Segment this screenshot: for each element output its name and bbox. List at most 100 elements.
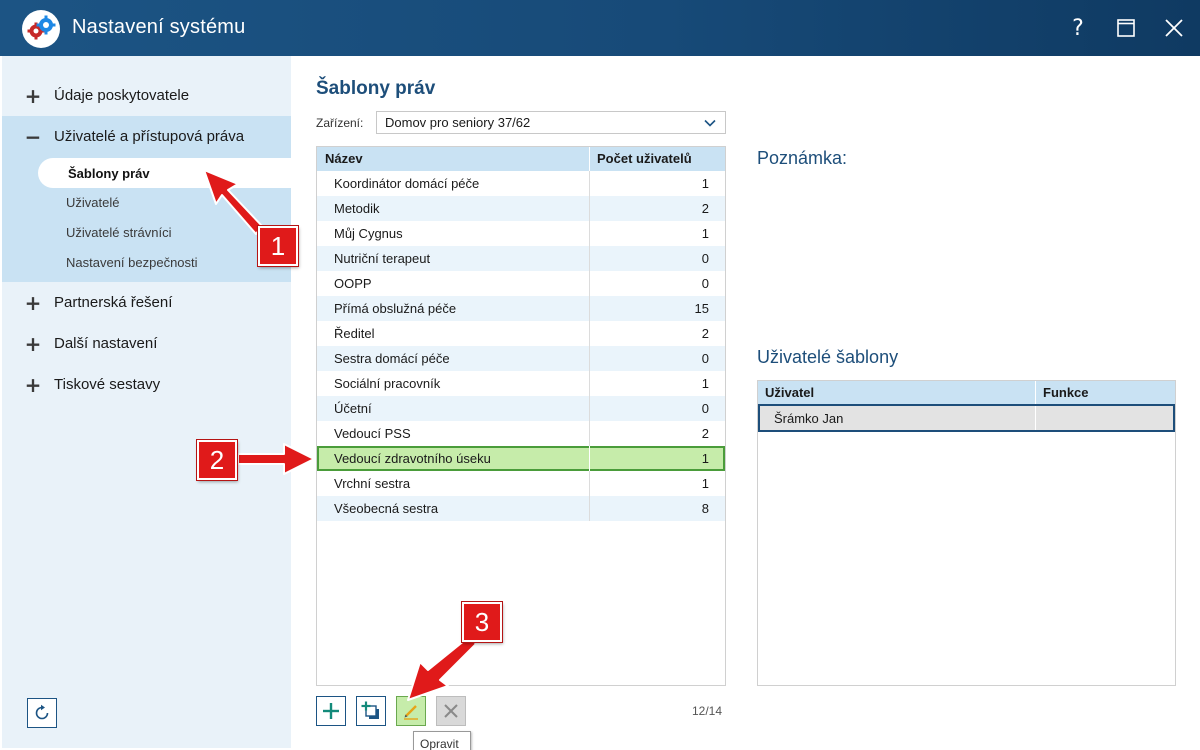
template-name-cell: Metodik	[334, 201, 380, 216]
user-count-cell: 2	[701, 426, 709, 441]
table-row[interactable]: OOPP 0	[317, 271, 725, 296]
template-name-cell: Účetní	[334, 401, 372, 416]
facility-dropdown[interactable]: Domov pro seniory 37/62	[376, 111, 726, 134]
table-row[interactable]: Účetní 0	[317, 396, 725, 421]
edit-button[interactable]	[396, 696, 426, 726]
edit-tooltip: Opravit	[413, 731, 471, 750]
user-count-cell: 0	[701, 251, 709, 266]
template-name-cell: Všeobecná sestra	[334, 501, 439, 516]
template-name-cell: Sociální pracovník	[334, 376, 441, 391]
maximize-button[interactable]	[1110, 12, 1142, 44]
facility-label: Zařízení:	[316, 116, 364, 130]
users-table-row[interactable]: Šrámko Jan	[758, 404, 1175, 432]
template-name-cell: Přímá obslužná péče	[334, 301, 457, 316]
help-button[interactable]: ?	[1062, 12, 1094, 44]
copy-add-button[interactable]	[356, 696, 386, 726]
user-count-cell: 2	[701, 201, 709, 216]
table-row[interactable]: Metodik 2	[317, 196, 725, 221]
settings-gears-icon	[22, 10, 60, 48]
page-title: Šablony práv	[316, 78, 436, 99]
table-row[interactable]: Můj Cygnus 1	[317, 221, 725, 246]
close-icon	[1165, 19, 1183, 37]
facility-value: Domov pro seniory 37/62	[385, 115, 531, 130]
template-name-cell: Koordinátor domácí péče	[334, 176, 480, 191]
sidebar-subitem-users[interactable]: Uživatelé	[66, 195, 119, 210]
template-name-cell: Ředitel	[334, 326, 375, 341]
expand-icon: +	[24, 290, 42, 315]
expand-icon: +	[24, 331, 42, 356]
template-name-cell: Můj Cygnus	[334, 226, 403, 241]
user-count-cell: 0	[701, 401, 709, 416]
sidebar-subitem-diners[interactable]: Uživatelé strávníci	[66, 225, 171, 240]
expand-icon: +	[24, 83, 42, 108]
user-count-cell: 15	[694, 301, 709, 316]
user-count-cell: 1	[701, 376, 709, 391]
users-table-header: Uživatel Funkce	[758, 381, 1175, 404]
column-header-function[interactable]: Funkce	[1043, 385, 1089, 400]
table-row[interactable]: Všeobecná sestra 8	[317, 496, 725, 521]
user-name-cell: Šrámko Jan	[774, 411, 844, 426]
template-name-cell: Nutriční terapeut	[334, 251, 431, 266]
refresh-button[interactable]	[27, 698, 57, 728]
delete-button[interactable]	[436, 696, 466, 726]
sidebar-item-other-settings[interactable]: + Další nastavení	[2, 323, 291, 364]
user-count-cell: 1	[701, 476, 709, 491]
sidebar-item-provider-data[interactable]: + Údaje poskytovatele	[2, 75, 291, 116]
table-row[interactable]: Přímá obslužná péče 15	[317, 296, 725, 321]
user-count-cell: 0	[701, 276, 709, 291]
sidebar-subitem-rights-templates[interactable]: Šablony práv	[38, 158, 291, 188]
template-name-cell: Vedoucí PSS	[334, 426, 411, 441]
title-bar: Nastavení systému ?	[0, 0, 1200, 56]
refresh-icon	[35, 704, 49, 720]
user-count-cell: 2	[701, 326, 709, 341]
sidebar-subitem-label: Šablony práv	[68, 165, 150, 181]
user-count-cell: 1	[701, 226, 709, 241]
templates-table: Název Počet uživatelů Koordinátor domácí…	[316, 146, 726, 686]
user-count-cell: 8	[701, 501, 709, 516]
sidebar-item-partner-solutions[interactable]: + Partnerská řešení	[2, 282, 291, 323]
sidebar-item-label: Údaje poskytovatele	[54, 87, 190, 104]
sidebar-subitem-security[interactable]: Nastavení bezpečnosti	[66, 255, 198, 270]
template-name-cell: OOPP	[334, 276, 372, 291]
row-counter: 12/14	[692, 704, 723, 718]
annotation-badge-1: 1	[258, 226, 298, 266]
template-name-cell: Vrchní sestra	[334, 476, 411, 491]
window-title: Nastavení systému	[72, 16, 246, 38]
note-label: Poznámka:	[757, 148, 848, 168]
sidebar-item-label: Uživatelé a přístupová práva	[54, 128, 245, 145]
sidebar-item-print-reports[interactable]: + Tiskové sestavy	[2, 364, 291, 405]
sidebar-item-label: Partnerská řešení	[54, 294, 173, 311]
add-button[interactable]	[316, 696, 346, 726]
annotation-badge-3: 3	[462, 602, 502, 642]
table-row[interactable]: Nutriční terapeut 0	[317, 246, 725, 271]
table-row[interactable]: Ředitel 2	[317, 321, 725, 346]
template-users-label: Uživatelé šablony	[757, 347, 899, 367]
sidebar-item-label: Další nastavení	[54, 335, 158, 352]
template-name-cell: Sestra domácí péče	[334, 351, 450, 366]
pencil-icon	[404, 705, 418, 720]
template-name-cell: Vedoucí zdravotního úseku	[334, 451, 491, 466]
table-row[interactable]: Vrchní sestra 1	[317, 471, 725, 496]
user-count-cell: 1	[701, 176, 709, 191]
sidebar-item-users-access[interactable]: − Uživatelé a přístupová práva	[2, 116, 291, 157]
table-row[interactable]: Koordinátor domácí péče 1	[317, 171, 725, 196]
column-header-count[interactable]: Počet uživatelů	[597, 151, 692, 166]
table-row[interactable]: Sestra domácí péče 0	[317, 346, 725, 371]
collapse-icon: −	[24, 124, 42, 149]
chevron-down-icon	[704, 119, 716, 127]
table-row[interactable]: Vedoucí zdravotního úseku 1	[317, 446, 725, 471]
copy-plus-icon	[361, 701, 379, 719]
plus-icon	[323, 703, 339, 719]
annotation-badge-2: 2	[197, 440, 237, 480]
column-header-name[interactable]: Název	[325, 151, 363, 166]
user-count-cell: 1	[701, 451, 709, 466]
table-header: Název Počet uživatelů	[317, 147, 725, 171]
column-header-user[interactable]: Uživatel	[765, 385, 814, 400]
table-row[interactable]: Sociální pracovník 1	[317, 371, 725, 396]
table-row[interactable]: Vedoucí PSS 2	[317, 421, 725, 446]
expand-icon: +	[24, 372, 42, 397]
maximize-icon	[1117, 19, 1135, 37]
sidebar-item-label: Tiskové sestavy	[54, 376, 161, 393]
close-button[interactable]	[1158, 12, 1190, 44]
template-users-table: Uživatel Funkce Šrámko Jan	[757, 380, 1176, 686]
